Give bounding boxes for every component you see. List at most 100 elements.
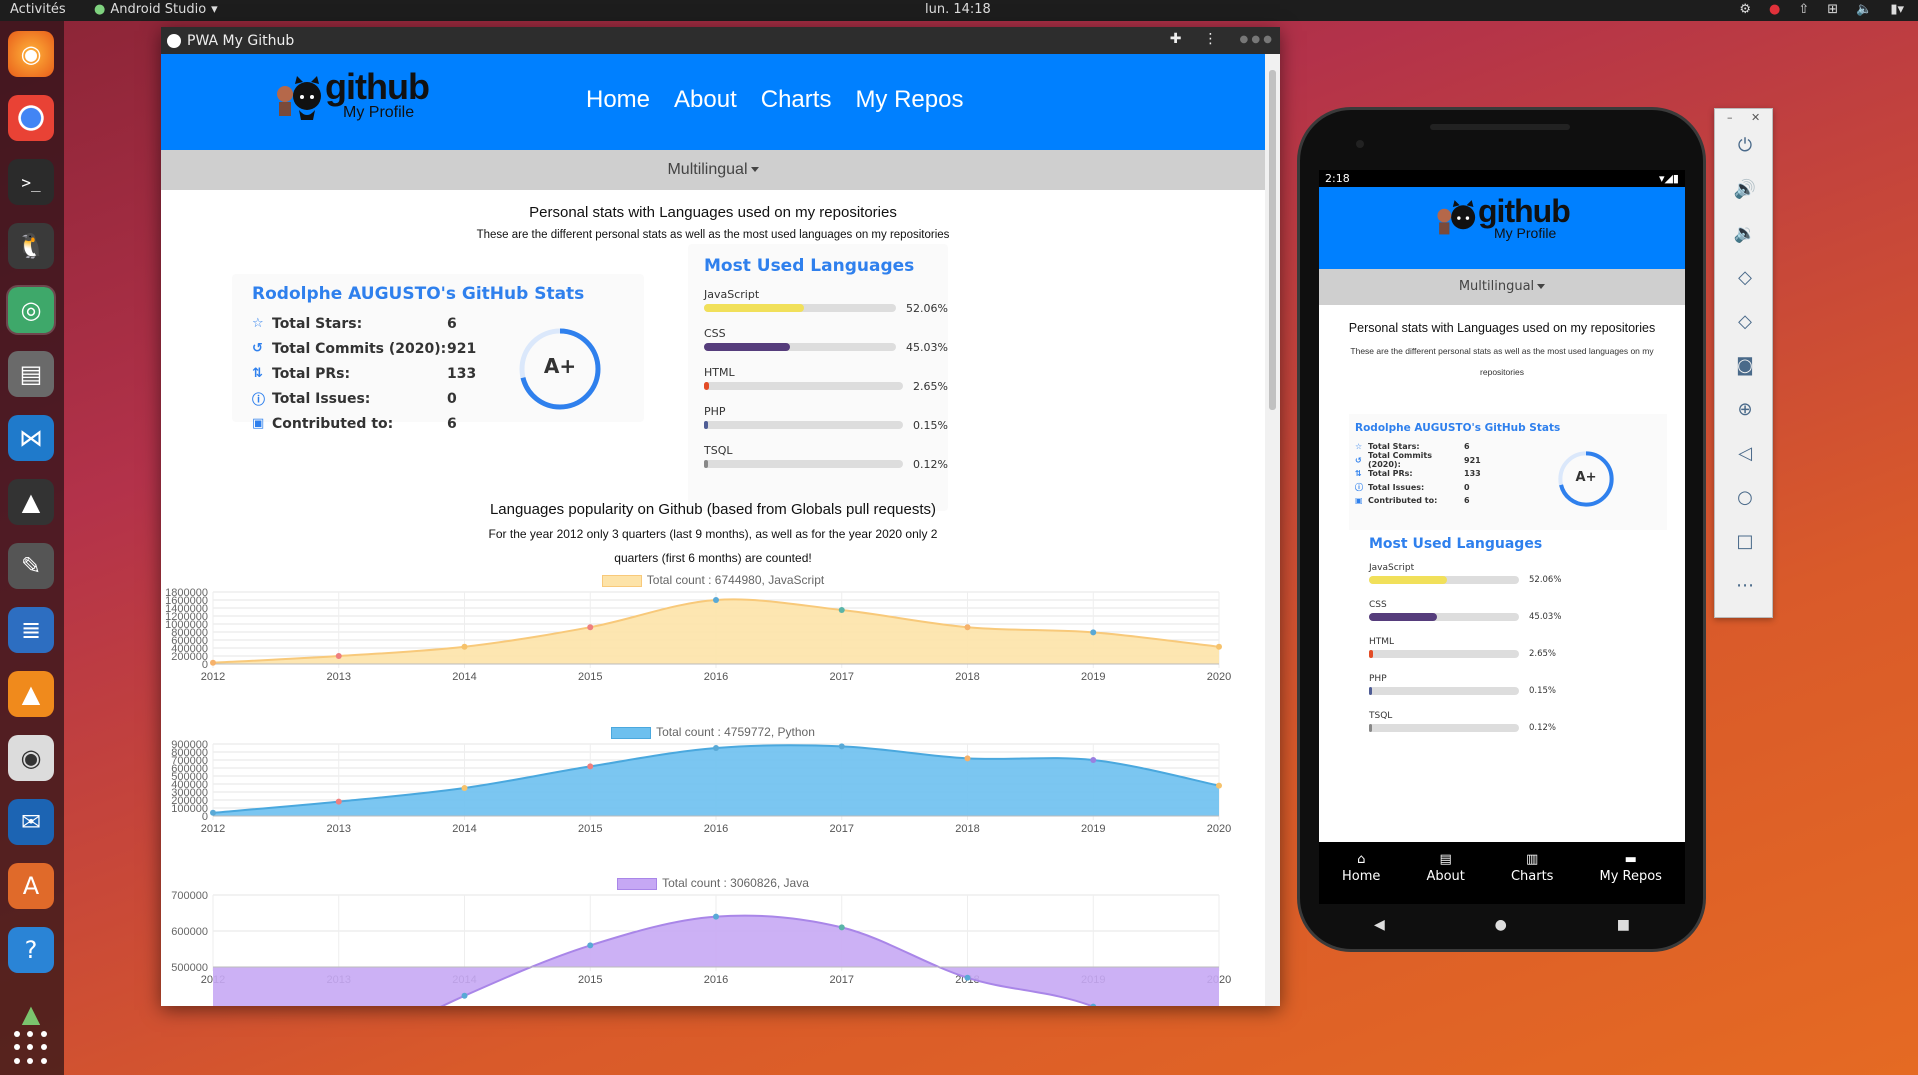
language-progress-fill [1369,576,1448,584]
volume-up-icon[interactable]: 🔊 [1731,175,1759,203]
chrome-icon[interactable] [8,95,54,141]
close-icon[interactable]: ✕ [1751,111,1760,124]
gimp-icon[interactable]: ✎ [8,543,54,589]
app-menu[interactable]: ● Android Studio ▾ [94,2,218,17]
nav-about[interactable]: About [674,86,737,114]
writer-icon[interactable]: ≣ [8,607,54,653]
phone-stat-value: 6 [1464,496,1470,506]
battery-icon[interactable]: ▮▾ [1890,2,1904,17]
language-name: HTML [1369,637,1395,647]
phone-nav-home[interactable]: ⌂ Home [1342,842,1380,904]
more-icon[interactable]: ⋯ [1731,571,1759,599]
system-tray[interactable]: ⚙ ● ⇧ ⊞ 🔈 ▮▾ [1739,2,1904,17]
phone-stat-label: Total Stars: [1368,442,1420,452]
language-bar-row: 2.65% [1369,647,1609,661]
app-indicator-icon[interactable]: ⚙ [1739,2,1751,17]
phone-stat-value: 133 [1464,469,1481,479]
android-back-icon[interactable]: ◀ [1374,917,1385,933]
volume-icon[interactable]: 🔈 [1856,2,1872,17]
rhythmbox-icon[interactable]: ◉ [8,735,54,781]
record-icon[interactable]: ● [1769,2,1780,17]
phone-stat-row: ↺ Total Commits (2020): 921 [1355,451,1667,469]
window-controls[interactable]: ● ● ● [1239,34,1272,45]
data-point [587,624,594,631]
phone-logo-subtitle: My Profile [1494,225,1557,241]
popularity-title: Languages popularity on Github (based fr… [489,501,937,518]
data-point [587,763,594,770]
stat-value: 0 [447,390,457,407]
github-stats-card: Rodolphe AUGUSTO's GitHub Stats ☆ Total S… [232,274,644,432]
up-arrow-icon[interactable]: ⇧ [1798,2,1809,17]
camera-icon[interactable]: ◙ [1731,351,1759,379]
extensions-icon[interactable]: ✚ [1170,31,1182,47]
rank-grade: A+ [543,354,577,378]
phone-stat-value: 6 [1464,442,1470,452]
phone-github-logo[interactable]: github My Profile [1434,193,1584,253]
x-tick-label: 2017 [830,823,854,835]
phone-nav-my-repos[interactable]: ▬ My Repos [1599,842,1661,904]
power-icon[interactable]: ⏻ [1731,131,1759,159]
bar-chart-icon: ▥ [1526,852,1539,867]
android-recents-icon[interactable]: ■ [1617,917,1630,933]
menu-kebab-icon[interactable]: ⋮ [1203,31,1217,47]
language-name: PHP [1369,674,1387,684]
network-icon[interactable]: ⊞ [1827,2,1838,17]
activities-button[interactable]: Activités [10,2,66,17]
vscode-icon[interactable]: ⋈ [8,415,54,461]
rotate-left-icon[interactable]: ◇ [1731,263,1759,291]
languages-title: Most Used Languages [704,256,915,276]
data-point [461,643,468,650]
zoom-icon[interactable]: ⊕ [1731,395,1759,423]
language-percent: 52.06% [1529,575,1562,585]
github-logo[interactable]: github My Profile [273,66,430,128]
vlc-icon[interactable]: ▲ [8,671,54,717]
nav-charts[interactable]: Charts [761,86,832,114]
rotate-right-icon[interactable]: ◇ [1731,307,1759,335]
phone-nav-about[interactable]: ▤ About [1426,842,1464,904]
files-icon[interactable]: ▤ [8,351,54,397]
stat-value: 6 [447,315,457,332]
android-home-icon[interactable]: ● [1495,917,1507,933]
chart-legend[interactable]: Total count : 3060826, Java [161,875,1265,891]
y-tick-label: 600000 [171,926,208,938]
stat-label: Total Stars: [272,315,363,332]
terminal-icon[interactable]: >_ [8,159,54,205]
data-point [713,745,719,751]
scrollbar-thumb[interactable] [1269,70,1276,410]
chart-legend[interactable]: Total count : 6744980, JavaScript [161,572,1265,588]
firefox-icon[interactable]: ◉ [8,31,54,77]
language-dropdown[interactable]: Multilingual [667,161,759,178]
language-name: CSS [704,327,726,340]
inkscape-icon[interactable]: ▲ [8,479,54,525]
back-icon[interactable]: ◁ [1731,439,1759,467]
language-bar-row: 45.03% [1369,610,1609,624]
x-tick-label: 2017 [830,671,854,683]
help-icon[interactable]: ? [8,927,54,973]
page-scrollbar[interactable] [1265,54,1280,1006]
phone-language-dropdown[interactable]: Multilingual [1459,279,1546,294]
window-titlebar[interactable]: PWA My Github ✚ ⋮ ● ● ● [161,27,1280,54]
phone-nav-charts[interactable]: ▥ Charts [1511,842,1554,904]
speaker-grille [1430,124,1570,130]
x-tick-label: 2019 [1081,823,1105,835]
chart-legend[interactable]: Total count : 4759772, Python [161,724,1265,740]
nav-my-repos[interactable]: My Repos [855,86,963,114]
language-progress-track [1369,724,1519,732]
page-content: github My Profile Home About Charts My R… [161,54,1265,1006]
overview-icon[interactable]: □ [1731,527,1759,555]
gimp-like-icon[interactable]: 🐧 [8,223,54,269]
volume-down-icon[interactable]: 🔉 [1731,219,1759,247]
minimize-icon[interactable]: – [1727,111,1733,124]
language-percent: 2.65% [913,379,948,393]
home-circle-icon[interactable]: ○ [1731,483,1759,511]
android-studio-dock-icon[interactable]: ◎ [6,285,56,335]
show-apps-icon[interactable] [14,1031,48,1065]
nav-home[interactable]: Home [586,86,650,114]
android-system-nav: ◀ ● ■ [1319,904,1685,946]
clock[interactable]: lun. 14:18 [925,2,991,17]
language-progress-track [1369,650,1519,658]
phone-language-bar: Multilingual [1319,269,1685,305]
thunderbird-icon[interactable]: ✉ [8,799,54,845]
phone-stat-label: Contributed to: [1368,496,1438,506]
software-icon[interactable]: A [8,863,54,909]
